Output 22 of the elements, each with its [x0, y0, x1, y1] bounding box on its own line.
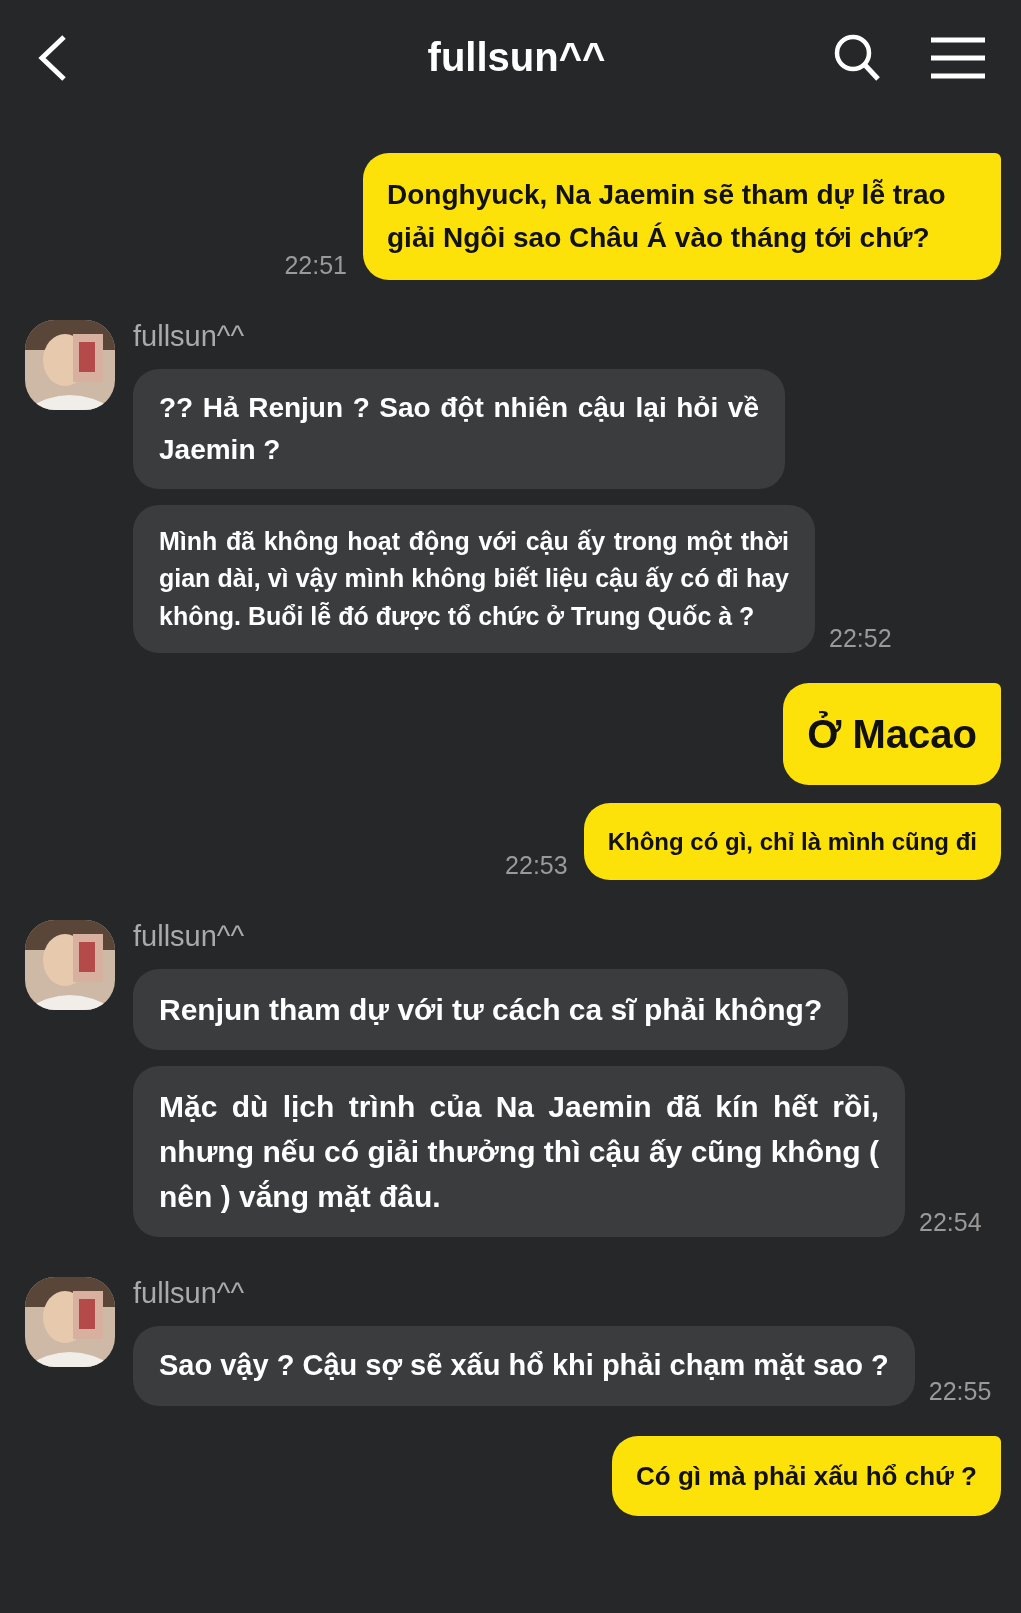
message-time: 22:51: [284, 250, 347, 280]
search-button[interactable]: [833, 32, 881, 83]
message-time: 22:54: [919, 1208, 982, 1238]
received-message: Mình đã không hoạt động với cậu ấy trong một thời gian dài, vì vậy mình không biết liệu cậu ấy có đi hay không. Buổi lễ đó được tổ chức ở Trung Quốc à ?: [133, 504, 815, 654]
search-icon: [833, 32, 881, 83]
menu-icon: [931, 35, 985, 80]
received-message: Renjun tham dự với tư cách ca sĩ phải không?: [133, 969, 849, 1051]
received-message: ?? Hả Renjun ? Sao đột nhiên cậu lại hỏi về Jaemin ?: [133, 368, 785, 489]
sent-message: Ở Macao: [783, 683, 1001, 786]
message-time: 22:55: [928, 1376, 992, 1406]
message-time: 22:53: [505, 851, 568, 881]
sender-name: fullsun^^: [133, 920, 246, 954]
chat-title: fullsun^^: [426, 35, 607, 80]
message-time: 22:52: [829, 624, 892, 654]
sent-message: Có gì mà phải xấu hổ chứ ?: [612, 1435, 1001, 1517]
received-message: Mặc dù lịch trình của Na Jaemin đã kín hết rồi, nhưng nếu có giải thưởng thì cậu ấy cũng không ( nên ) vắng mặt đâu.: [133, 1066, 905, 1238]
sender-name: fullsun^^: [133, 1277, 246, 1311]
received-message: Sao vậy ? Cậu sợ sẽ xấu hổ khi phải chạm mặt sao ?: [133, 1326, 915, 1406]
sent-message: Donghyuck, Na Jaemin sẽ tham dự lễ trao giải Ngôi sao Châu Á vào tháng tới chứ?: [363, 153, 1001, 280]
menu-button[interactable]: [931, 35, 985, 80]
sender-name: fullsun^^: [133, 319, 246, 353]
sent-message: Không có gì, chỉ là mình cũng đi: [583, 803, 1001, 881]
